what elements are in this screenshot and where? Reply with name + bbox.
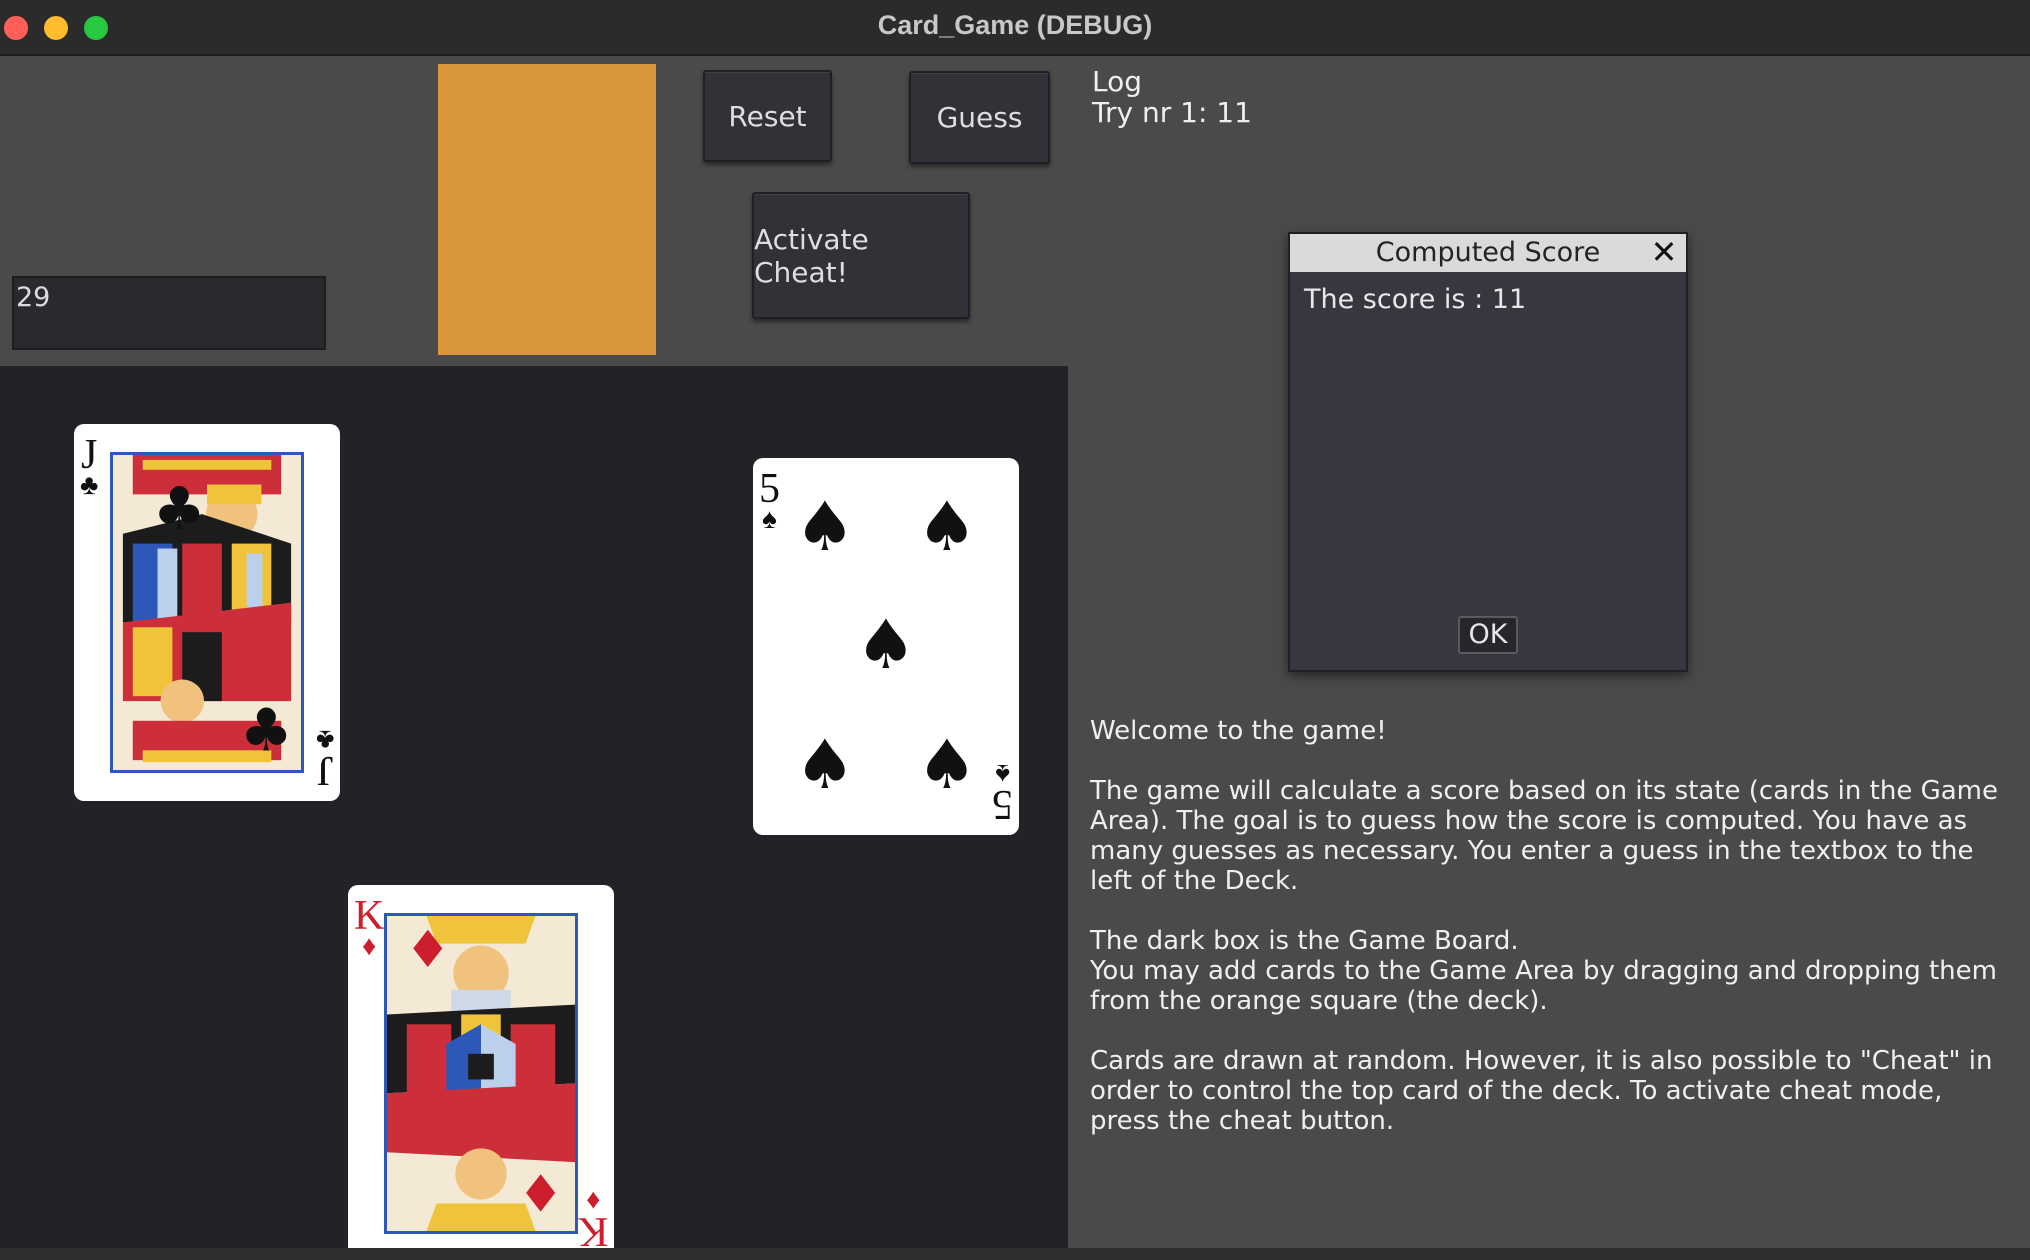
instructions-panel: Welcome to the game! The game will calcu… <box>1090 716 2015 1166</box>
instructions-welcome: Welcome to the game! <box>1090 716 1387 746</box>
card-five-of-spades[interactable]: 5 ♠ ♠ ♠ ♠ ♠ ♠ 5 ♠ <box>753 458 1019 835</box>
dialog-ok-button[interactable]: OK <box>1458 616 1518 654</box>
spade-pip: ♠ <box>916 726 978 805</box>
instructions-paragraph: You may add cards to the Game Area by dr… <box>1090 956 1997 1016</box>
card-suit: ♠ <box>762 504 777 535</box>
card-rank: 5 <box>992 781 1013 827</box>
card-suit: ♠ <box>995 758 1010 789</box>
game-board[interactable]: J ♣ ♣ ♣ J ♣ 5 ♠ ♠ ♠ ♠ ♠ ♠ 5 ♠ K ♦ ♦ ♦ K … <box>0 366 1068 1248</box>
log-title: Log <box>1092 65 1143 98</box>
dialog-title: Computed Score <box>1290 234 1686 272</box>
card-index-bottom: 5 ♠ <box>992 758 1013 827</box>
window-bottom-edge <box>0 1248 2030 1260</box>
spade-pip: ♠ <box>794 488 856 567</box>
spade-pip: ♠ <box>794 726 856 805</box>
spade-pip: ♠ <box>855 606 917 685</box>
title-bar: Card_Game (DEBUG) <box>0 0 2030 56</box>
instructions-paragraph: The dark box is the Game Board. <box>1090 926 1519 956</box>
svg-text:♦: ♦ <box>518 1164 564 1224</box>
card-index-top: K ♦ <box>354 895 384 961</box>
deck[interactable] <box>438 64 656 355</box>
card-king-of-diamonds[interactable]: K ♦ ♦ ♦ K ♦ <box>348 885 614 1248</box>
dialog-message: The score is : 11 <box>1304 284 1527 315</box>
computed-score-dialog: Computed Score ✕ The score is : 11 OK <box>1288 232 1688 672</box>
card-suit: ♣ <box>315 724 334 755</box>
card-suit: ♣ <box>80 470 99 501</box>
svg-text:♣: ♣ <box>153 474 206 543</box>
svg-text:♦: ♦ <box>405 920 451 980</box>
instructions-paragraph: The game will calculate a score based on… <box>1090 776 1998 896</box>
card-jack-of-clubs[interactable]: J ♣ ♣ ♣ J ♣ <box>74 424 340 801</box>
spade-pip: ♠ <box>916 488 978 567</box>
card-index-bottom: J ♣ <box>315 724 334 793</box>
window-title: Card_Game (DEBUG) <box>877 10 1153 40</box>
svg-text:♣: ♣ <box>240 695 293 764</box>
log-entry: Try nr 1: 11 <box>1092 96 1252 129</box>
card-index-bottom: K ♦ <box>578 1185 608 1248</box>
guess-button[interactable]: Guess <box>909 71 1050 164</box>
card-rank: J <box>316 747 333 793</box>
king-face-art: ♦ ♦ <box>384 913 578 1234</box>
log-panel: Log Try nr 1: 11 <box>1092 66 1252 128</box>
instructions-paragraph: Cards are drawn at random. However, it i… <box>1090 1046 1993 1136</box>
reset-button[interactable]: Reset <box>703 70 832 162</box>
card-index-top: J ♣ <box>80 434 98 500</box>
card-index-top: 5 ♠ <box>759 468 780 534</box>
guess-input[interactable]: 29 <box>12 276 326 350</box>
activate-cheat-button[interactable]: Activate Cheat! <box>752 192 970 319</box>
dialog-close-icon[interactable]: ✕ <box>1648 236 1680 268</box>
jack-face-art: ♣ ♣ <box>110 452 304 773</box>
